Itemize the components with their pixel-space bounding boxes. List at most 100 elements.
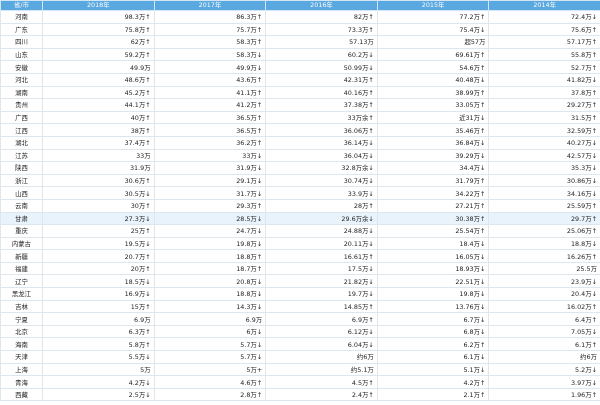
value-cell: 49.9万 bbox=[42, 60, 155, 74]
value-cell: 31.7万↓ bbox=[153, 186, 267, 200]
value-cell: 16.02万↑ bbox=[488, 299, 600, 314]
value-cell: 19.5万↓ bbox=[42, 236, 155, 251]
header-year[interactable]: 2018年 bbox=[42, 0, 155, 11]
value-cell: 33万 bbox=[42, 148, 155, 163]
table-row: 贵州 44.1万↑ 41.2万↑ 37.38万↑ 33.05万↑ 29.27万↑ bbox=[0, 98, 600, 112]
value-cell: 75.4万↓ bbox=[376, 22, 490, 37]
value-cell: 1.96万↑ bbox=[488, 387, 600, 402]
value-cell: 18.4万↓ bbox=[376, 236, 490, 251]
value-cell: 31.9万↓ bbox=[153, 161, 267, 175]
value-cell: 31.5万↑ bbox=[488, 110, 600, 125]
value-cell: 13.76万↓ bbox=[376, 299, 490, 314]
province-cell: 陕西 bbox=[0, 161, 43, 175]
value-cell: 42.57万↓ bbox=[488, 148, 600, 163]
value-cell: 55.8万↑ bbox=[488, 47, 600, 62]
value-cell: 4.6万↑ bbox=[153, 375, 267, 389]
value-cell: 约6万 bbox=[265, 350, 378, 364]
province-cell: 海南 bbox=[0, 337, 43, 352]
value-cell: 40.27万↓ bbox=[488, 135, 600, 150]
value-cell: 20.7万↑ bbox=[42, 249, 155, 263]
value-cell: 57.13万 bbox=[265, 35, 378, 49]
value-cell: 16.9万↓ bbox=[42, 287, 155, 301]
value-cell: 6.1万↑ bbox=[488, 337, 600, 352]
value-cell: 超57万 bbox=[376, 35, 490, 49]
province-cell: 宁夏 bbox=[0, 312, 43, 326]
value-cell: 31.79万↑ bbox=[376, 173, 490, 188]
header-year[interactable]: 2015年 bbox=[376, 0, 490, 11]
header-year[interactable]: 2017年 bbox=[153, 0, 267, 11]
table-row: 新疆 20.7万↑ 18.8万↑ 16.61万↑ 16.05万↓ 16.26万↑ bbox=[0, 249, 600, 263]
province-cell: 云南 bbox=[0, 198, 43, 213]
value-cell: 16.05万↓ bbox=[376, 249, 490, 263]
header-year[interactable]: 2016年 bbox=[265, 0, 378, 11]
province-cell: 辽宁 bbox=[0, 274, 43, 289]
value-cell: 32.59万↑ bbox=[488, 123, 600, 137]
value-cell: 5.2万↓ bbox=[488, 362, 600, 377]
value-cell: 29.3万↑ bbox=[153, 198, 267, 213]
value-cell: 33.05万↑ bbox=[376, 98, 490, 112]
table-row: 广西 40万↑ 36.5万↑ 33万余↑ 近31万↓ 31.5万↑ bbox=[0, 110, 600, 125]
value-cell: 24.7万↓ bbox=[153, 224, 267, 238]
province-cell: 西藏 bbox=[0, 387, 43, 402]
header-year[interactable]: 2014年 bbox=[488, 0, 600, 11]
value-cell: 52.7万↑ bbox=[488, 60, 600, 74]
province-cell: 广东 bbox=[0, 22, 43, 37]
value-cell: 6.3万↑ bbox=[42, 324, 155, 339]
value-cell: 38万↑ bbox=[42, 123, 155, 137]
value-cell: 57.17万↑ bbox=[488, 35, 600, 49]
value-cell: 3.97万↓ bbox=[488, 375, 600, 389]
province-cell: 甘肃 bbox=[0, 211, 43, 226]
value-cell: 30万↑ bbox=[42, 198, 155, 213]
table-row: 湖北 37.4万↑ 36.2万↑ 36.14万↓ 36.84万↓ 40.27万↓ bbox=[0, 135, 600, 150]
value-cell: 5.7万↓ bbox=[153, 350, 267, 364]
value-cell: 41.2万↑ bbox=[153, 98, 267, 112]
value-cell: 28.5万↓ bbox=[153, 211, 267, 226]
value-cell: 20.11万↓ bbox=[265, 236, 378, 251]
value-cell: 6.8万↓ bbox=[376, 324, 490, 339]
value-cell: 2.4万↑ bbox=[265, 387, 378, 402]
value-cell: 24.88万↓ bbox=[265, 224, 378, 238]
province-cell: 新疆 bbox=[0, 249, 43, 263]
value-cell: 19.8万↓ bbox=[376, 287, 490, 301]
province-cell: 江西 bbox=[0, 123, 43, 137]
value-cell: 6.12万↓ bbox=[265, 324, 378, 339]
value-cell: 40.16万↑ bbox=[265, 85, 378, 100]
value-cell: 2.1万↑ bbox=[376, 387, 490, 402]
province-cell: 江苏 bbox=[0, 148, 43, 163]
table-row: 四川 62万↑ 58.3万↑ 57.13万 超57万 57.17万↑ bbox=[0, 35, 600, 49]
value-cell: 58.3万↑ bbox=[153, 35, 267, 49]
value-cell: 33万余↑ bbox=[265, 110, 378, 125]
value-cell: 6.2万↑ bbox=[376, 337, 490, 352]
value-cell: 22.51万↓ bbox=[376, 274, 490, 289]
value-cell: 约5.1万 bbox=[265, 362, 378, 377]
province-cell: 河南 bbox=[0, 10, 43, 24]
value-cell: 33万↓ bbox=[153, 148, 267, 163]
value-cell: 5.5万↓ bbox=[42, 350, 155, 364]
table-body: 河南 98.3万↑ 86.3万↑ 82万↑ 77.2万↑ 72.4万↓ 广东 75.8万↑ 75… bbox=[0, 10, 600, 402]
value-cell: 4.2万↑ bbox=[376, 375, 490, 389]
value-cell: 34.4万↓ bbox=[376, 161, 490, 175]
value-cell: 36.04万↓ bbox=[265, 148, 378, 163]
value-cell: 60.2万↓ bbox=[265, 47, 378, 62]
table-row: 云南 30万↑ 29.3万↑ 28万↑ 27.21万↑ 25.59万↑ bbox=[0, 198, 600, 213]
province-cell: 四川 bbox=[0, 35, 43, 49]
value-cell: 6.04万↓ bbox=[265, 337, 378, 352]
value-cell: 59.2万↑ bbox=[42, 47, 155, 62]
value-cell: 17.5万↓ bbox=[265, 261, 378, 276]
value-cell: 18.8万↓ bbox=[153, 287, 267, 301]
value-cell: 6.7万↓ bbox=[376, 312, 490, 326]
province-cell: 河北 bbox=[0, 72, 43, 87]
province-cell: 黑龙江 bbox=[0, 287, 43, 301]
value-cell: 18.7万↑ bbox=[153, 261, 267, 276]
value-cell: 30.6万↑ bbox=[42, 173, 155, 188]
value-cell: 37.38万↑ bbox=[265, 98, 378, 112]
table-row: 北京 6.3万↑ 6万↓ 6.12万↓ 6.8万↓ 7.05万↓ bbox=[0, 324, 600, 339]
value-cell: 36.2万↑ bbox=[153, 135, 267, 150]
province-cell: 青海 bbox=[0, 375, 43, 389]
table-row: 湖南 45.2万↑ 41.1万↑ 40.16万↑ 38.99万↑ 37.8万↑ bbox=[0, 85, 600, 100]
value-cell: 29.7万↑ bbox=[488, 211, 600, 226]
header-province[interactable]: 省/市 bbox=[0, 0, 43, 11]
table-row: 黑龙江 16.9万↓ 18.8万↓ 19.7万↓ 19.8万↓ 20.4万↓ bbox=[0, 287, 600, 301]
value-cell: 18.93万↓ bbox=[376, 261, 490, 276]
value-cell: 7.05万↓ bbox=[488, 324, 600, 339]
